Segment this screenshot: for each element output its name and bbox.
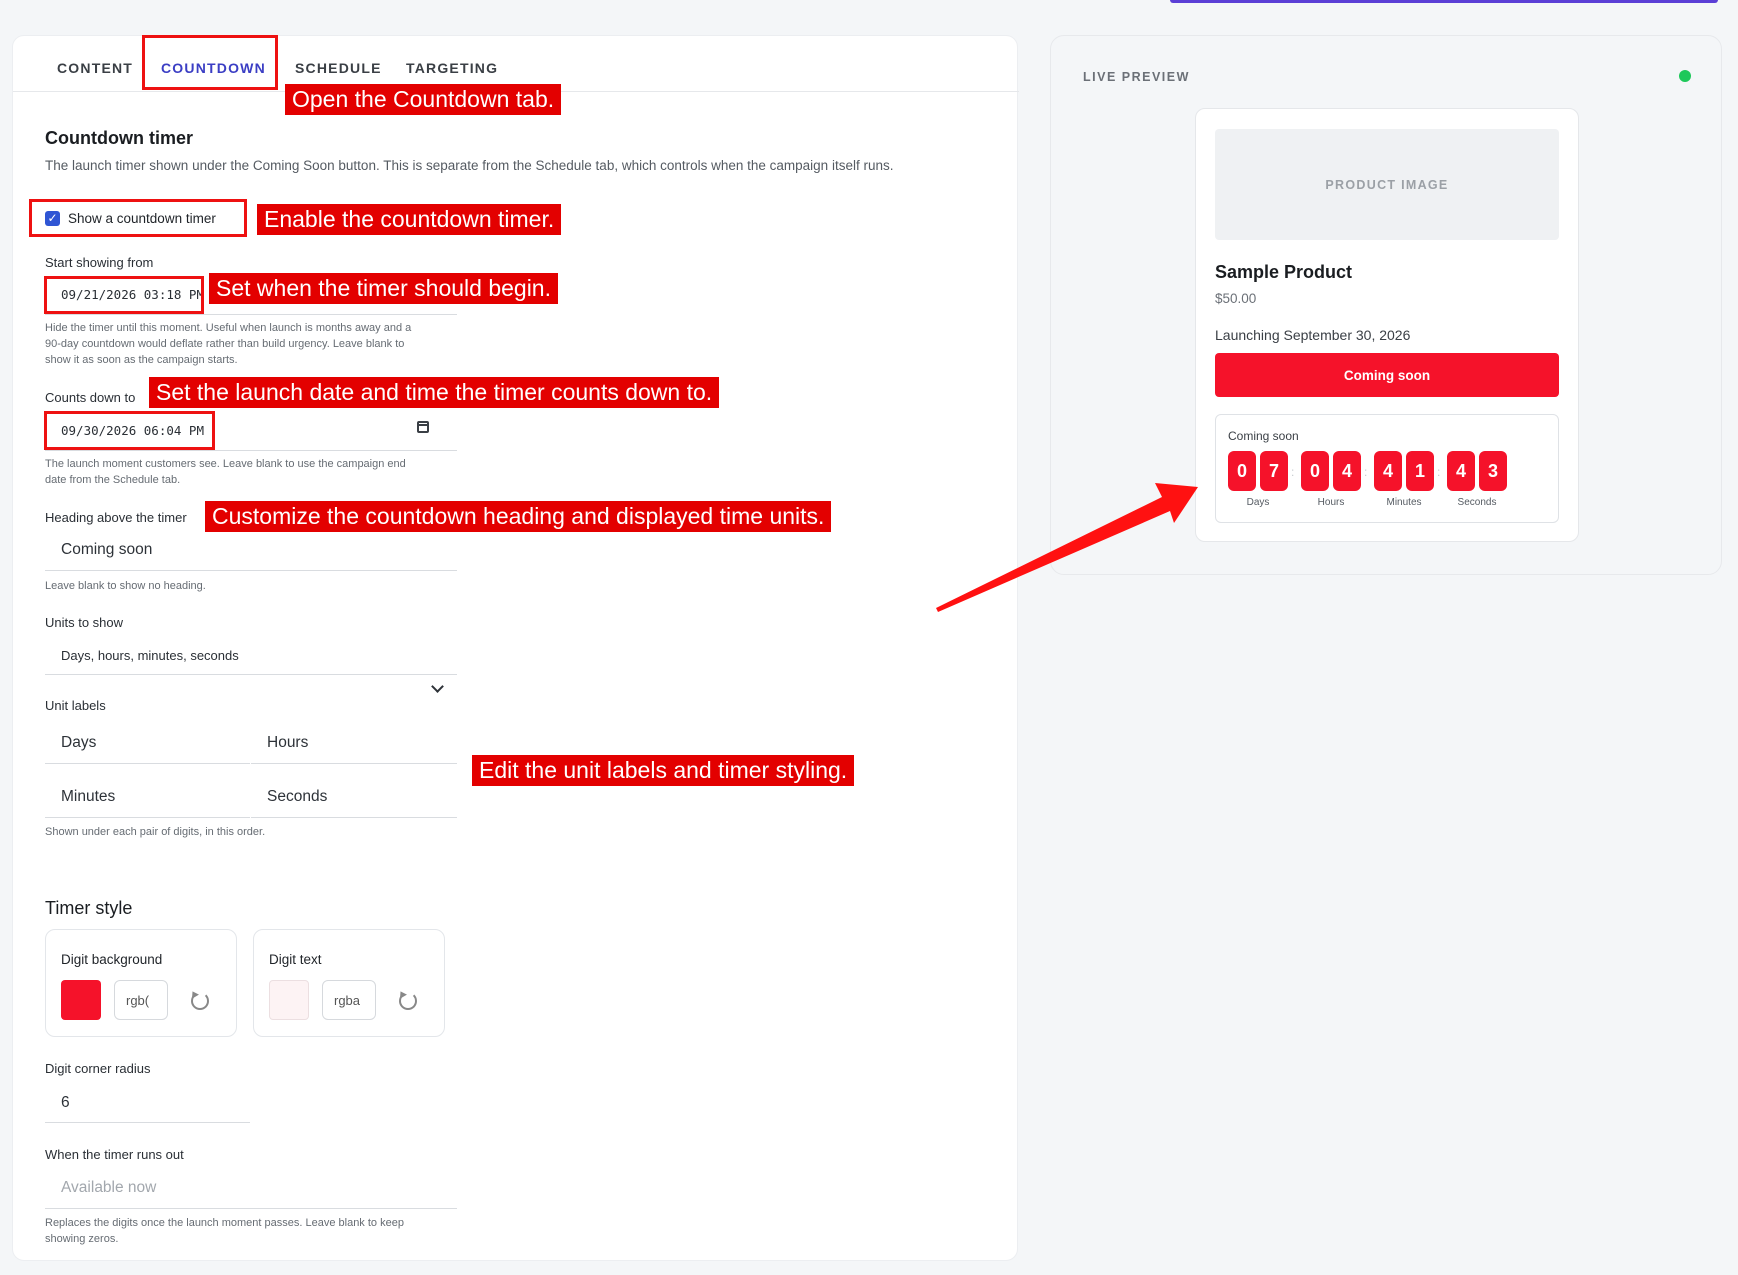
end-hint-2: date from the Schedule tab. (45, 474, 181, 486)
radius-input[interactable]: 6 (61, 1094, 70, 1112)
highlight-countdown-tab (142, 35, 278, 90)
highlight-checkbox (29, 199, 247, 237)
start-input-underline (45, 314, 457, 315)
start-hint-3: show it as soon as the campaign starts. (45, 354, 238, 366)
unit-labels-label: Unit labels (45, 698, 106, 713)
callout-set-end: Set the launch date and time the timer c… (149, 377, 720, 408)
heading-input[interactable]: Coming soon (61, 541, 152, 559)
timer-digit: 4 (1374, 451, 1402, 491)
heading-hint: Leave blank to show no heading. (45, 580, 206, 592)
unit-seconds-input[interactable]: Seconds (267, 788, 327, 806)
reset-icon[interactable] (191, 992, 209, 1010)
top-accent-bar (1170, 0, 1718, 3)
calendar-icon[interactable] (417, 421, 429, 433)
timer-digit: 4 (1447, 451, 1475, 491)
start-hint-1: Hide the timer until this moment. Useful… (45, 322, 412, 334)
unit-minutes-input[interactable]: Minutes (61, 788, 115, 806)
unit-hours-input[interactable]: Hours (267, 734, 308, 752)
digit-background-swatch[interactable] (61, 980, 101, 1020)
runs-out-hint-1: Replaces the digits once the launch mome… (45, 1217, 404, 1229)
product-image-label: PRODUCT IMAGE (1325, 177, 1449, 192)
launch-date-text: Launching September 30, 2026 (1215, 327, 1411, 343)
timer-unit-hours: Hours (1317, 497, 1345, 508)
callout-set-start: Set when the timer should begin. (209, 273, 558, 304)
coming-soon-button[interactable]: Coming soon (1215, 353, 1559, 397)
product-image-placeholder: PRODUCT IMAGE (1215, 129, 1559, 240)
callout-open-tab: Open the Countdown tab. (285, 84, 562, 115)
status-dot-icon (1679, 70, 1691, 82)
chevron-down-icon[interactable] (431, 680, 444, 693)
callout-customize: Customize the countdown heading and disp… (205, 501, 832, 532)
tab-targeting[interactable]: TARGETING (406, 60, 498, 76)
digit-text-label: Digit text (269, 952, 322, 967)
start-label: Start showing from (45, 255, 154, 270)
end-label: Counts down to (45, 390, 136, 405)
radius-input-underline (45, 1122, 250, 1123)
product-card: PRODUCT IMAGE Sample Product $50.00 Laun… (1195, 108, 1579, 542)
digit-text-swatch[interactable] (269, 980, 309, 1020)
runs-out-hint-2: showing zeros. (45, 1233, 119, 1245)
radius-label: Digit corner radius (45, 1061, 151, 1076)
tab-content[interactable]: CONTENT (57, 60, 133, 76)
runs-out-input[interactable]: Available now (61, 1179, 156, 1197)
end-input-underline (45, 450, 457, 451)
preview-label: LIVE PREVIEW (1083, 70, 1190, 84)
timer-unit-seconds: Seconds (1457, 497, 1497, 508)
end-hint-1: The launch moment customers see. Leave b… (45, 458, 406, 470)
start-hint-2: 90-day countdown would deflate rather th… (45, 338, 405, 350)
timer-heading: Coming soon (1228, 429, 1299, 443)
timer-separator: : (1364, 465, 1368, 479)
reset-icon[interactable] (399, 992, 417, 1010)
timer-unit-minutes: Minutes (1386, 497, 1422, 508)
heading-input-underline (45, 570, 457, 571)
runs-out-label: When the timer runs out (45, 1147, 184, 1162)
highlight-start-input (44, 276, 204, 314)
timer-digit: 1 (1406, 451, 1434, 491)
highlight-end-input (44, 411, 215, 450)
unit-seconds-underline (251, 817, 457, 818)
product-name: Sample Product (1215, 262, 1353, 282)
unit-days-underline (45, 763, 250, 764)
digit-text-card: Digit text rgba (253, 929, 445, 1037)
timer-unit-days: Days (1246, 497, 1270, 508)
timer-digit: 0 (1228, 451, 1256, 491)
digit-text-input[interactable]: rgba (322, 980, 376, 1020)
timer-separator: : (1291, 465, 1295, 479)
unit-minutes-underline (45, 817, 250, 818)
countdown-timer: Coming soon 0 7 : 0 4 : 4 1 : 4 3 Days H… (1215, 414, 1559, 523)
unit-days-input[interactable]: Days (61, 734, 96, 752)
unit-labels-hint: Shown under each pair of digits, in this… (45, 826, 266, 838)
timer-digit: 0 (1301, 451, 1329, 491)
section-description: The launch timer shown under the Coming … (45, 158, 894, 173)
timer-digit: 3 (1479, 451, 1507, 491)
coming-soon-button-label: Coming soon (1343, 367, 1431, 383)
product-price: $50.00 (1215, 291, 1257, 306)
callout-edit-labels: Edit the unit labels and timer styling. (472, 755, 855, 786)
unit-hours-underline (251, 763, 457, 764)
digit-background-label: Digit background (61, 952, 163, 967)
callout-enable: Enable the countdown timer. (257, 204, 562, 235)
section-title: Countdown timer (45, 128, 193, 148)
units-label: Units to show (45, 615, 124, 630)
units-select[interactable]: Days, hours, minutes, seconds (61, 648, 239, 663)
live-preview-panel: LIVE PREVIEW PRODUCT IMAGE Sample Produc… (1050, 35, 1722, 575)
timer-separator: : (1437, 465, 1441, 479)
timer-digit: 7 (1260, 451, 1288, 491)
runs-out-underline (45, 1208, 457, 1209)
units-select-underline (45, 674, 457, 675)
tab-schedule[interactable]: SCHEDULE (295, 60, 382, 76)
timer-style-heading: Timer style (45, 898, 133, 918)
digit-background-card: Digit background rgb( (45, 929, 237, 1037)
heading-label: Heading above the timer (45, 510, 187, 525)
timer-digit: 4 (1333, 451, 1361, 491)
digit-background-input[interactable]: rgb( (114, 980, 168, 1020)
